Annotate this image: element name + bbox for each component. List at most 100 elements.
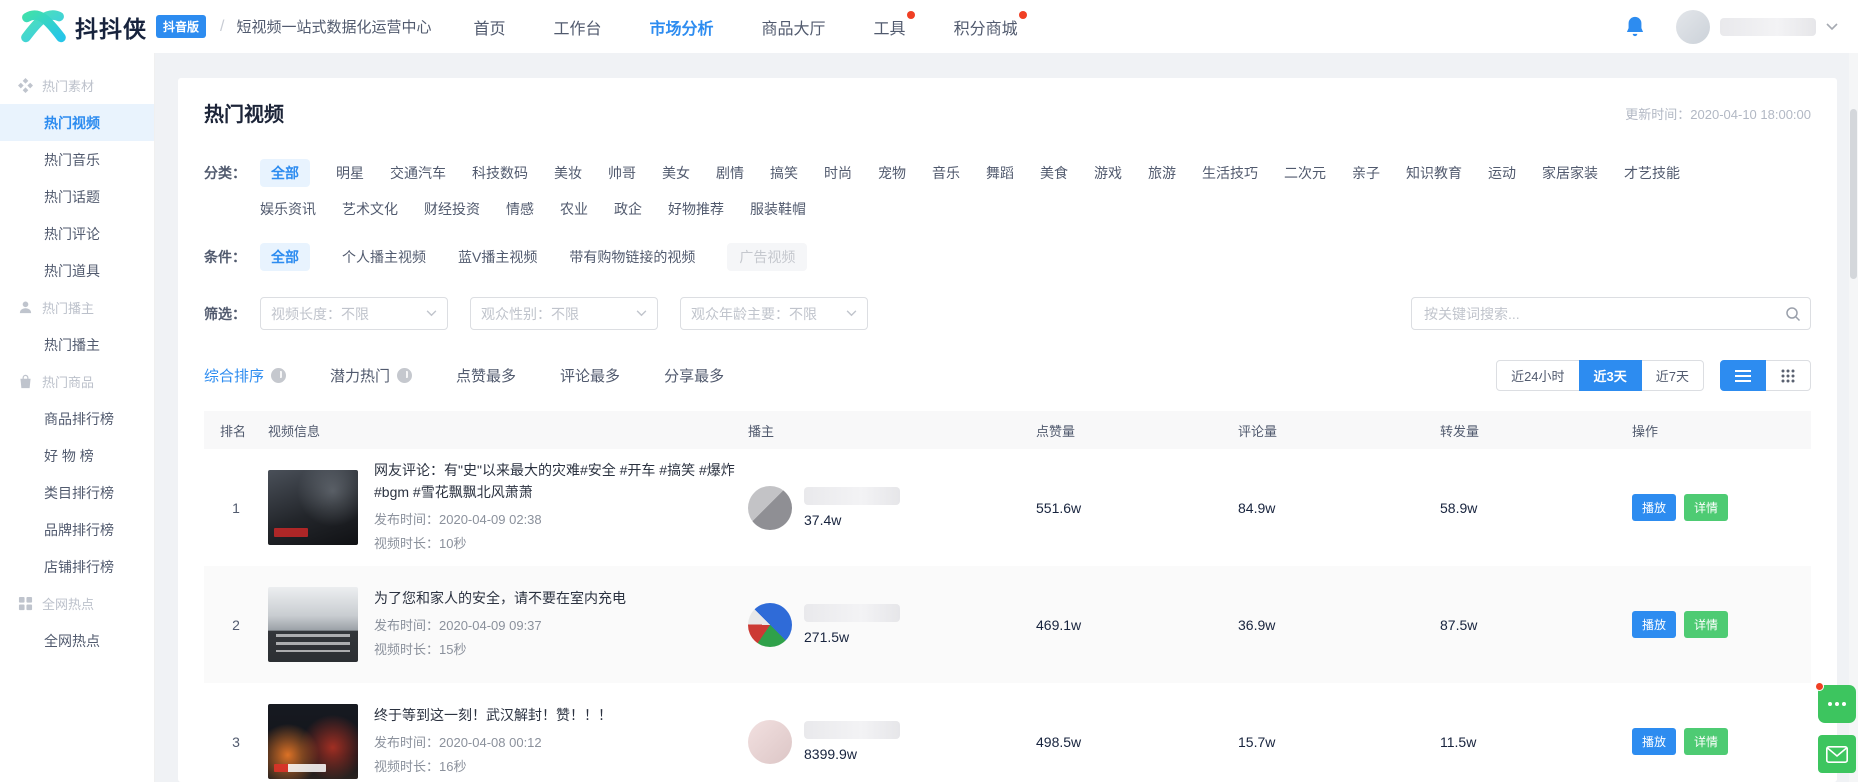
customer-service-button[interactable] <box>1815 682 1856 723</box>
sidebar-item-network-hotspots[interactable]: 全网热点 <box>0 622 154 659</box>
sidebar-item-hot-creators[interactable]: 热门播主 <box>0 326 154 363</box>
sidebar-item-product-ranking[interactable]: 商品排行榜 <box>0 400 154 437</box>
logo[interactable]: 抖抖侠 抖音版 <box>20 8 207 46</box>
scrollbar[interactable] <box>1849 53 1858 782</box>
detail-button[interactable]: 详情 <box>1684 494 1729 521</box>
play-button[interactable]: 播放 <box>1632 611 1677 638</box>
nav-home[interactable]: 首页 <box>473 15 505 39</box>
bell-icon[interactable] <box>1624 15 1646 39</box>
video-thumbnail[interactable] <box>268 587 358 662</box>
category-item[interactable]: 艺术文化 <box>342 199 398 219</box>
play-button[interactable]: 播放 <box>1632 494 1677 521</box>
sidebar-item-hot-props[interactable]: 热门道具 <box>0 252 154 289</box>
category-item[interactable]: 好物推荐 <box>668 199 724 219</box>
category-item[interactable]: 宠物 <box>878 163 906 183</box>
category-item[interactable]: 音乐 <box>932 163 960 183</box>
category-item[interactable]: 情感 <box>506 199 534 219</box>
play-button[interactable]: 播放 <box>1632 728 1677 755</box>
condition-shopping-link[interactable]: 带有购物链接的视频 <box>569 247 695 267</box>
keyword-search <box>1411 297 1811 330</box>
info-icon[interactable] <box>397 368 413 383</box>
category-item[interactable]: 搞笑 <box>770 163 798 183</box>
sidebar: 热门素材 热门视频 热门音乐 热门话题 热门评论 热门道具 热门播主 热门播主 … <box>0 53 155 782</box>
category-item[interactable]: 运动 <box>1488 163 1516 183</box>
range-24h-button[interactable]: 近24小时 <box>1496 360 1580 391</box>
condition-ad-videos: 广告视频 <box>727 243 808 271</box>
category-item[interactable]: 家居家装 <box>1542 163 1598 183</box>
likes-value: 498.5w <box>1036 733 1082 750</box>
video-length-select[interactable]: 视频长度：不限 <box>260 297 448 330</box>
category-item[interactable]: 舞蹈 <box>986 163 1014 183</box>
sidebar-item-category-ranking[interactable]: 类目排行榜 <box>0 474 154 511</box>
nav-tools[interactable]: 工具 <box>874 10 915 39</box>
sidebar-item-hot-videos[interactable]: 热门视频 <box>0 104 154 141</box>
category-item[interactable]: 二次元 <box>1284 163 1326 183</box>
category-item[interactable]: 娱乐资讯 <box>260 199 316 219</box>
search-input[interactable] <box>1412 305 1776 322</box>
audience-gender-select[interactable]: 观众性别：不限 <box>470 297 658 330</box>
bag-icon <box>20 374 31 389</box>
info-icon[interactable] <box>271 368 287 383</box>
feedback-mail-button[interactable] <box>1818 735 1856 773</box>
sidebar-item-brand-ranking[interactable]: 品牌排行榜 <box>0 511 154 548</box>
video-title[interactable]: 网友评论：有"史"以来最大的灾难#安全 #开车 #搞笑 #爆炸 #bgm #雪花… <box>374 460 742 503</box>
search-button[interactable] <box>1776 298 1810 329</box>
scrollbar-thumb[interactable] <box>1850 109 1857 279</box>
publish-time: 发布时间：2020-04-09 02:38 <box>374 512 542 528</box>
category-item[interactable]: 农业 <box>560 199 588 219</box>
category-item[interactable]: 时尚 <box>824 163 852 183</box>
condition-personal[interactable]: 个人播主视频 <box>342 247 426 267</box>
detail-button[interactable]: 详情 <box>1684 611 1729 638</box>
video-thumbnail[interactable] <box>268 704 358 779</box>
sort-most-comments[interactable]: 评论最多 <box>560 365 620 386</box>
nav-workbench[interactable]: 工作台 <box>554 15 602 39</box>
category-item[interactable]: 明星 <box>336 163 364 183</box>
nav-product-hall[interactable]: 商品大厅 <box>762 15 826 39</box>
category-all[interactable]: 全部 <box>260 159 310 187</box>
category-item[interactable]: 帅哥 <box>608 163 636 183</box>
detail-button[interactable]: 详情 <box>1684 728 1729 755</box>
category-item[interactable]: 游戏 <box>1094 163 1122 183</box>
sidebar-item-shop-ranking[interactable]: 店铺排行榜 <box>0 548 154 585</box>
sort-comprehensive[interactable]: 综合排序 <box>204 365 287 386</box>
sort-most-shares[interactable]: 分享最多 <box>664 365 724 386</box>
user-menu[interactable] <box>1676 9 1838 44</box>
video-thumbnail[interactable] <box>268 470 358 545</box>
category-item[interactable]: 知识教育 <box>1406 163 1462 183</box>
sort-most-likes[interactable]: 点赞最多 <box>456 365 516 386</box>
grid-view-button[interactable] <box>1765 360 1811 391</box>
range-3d-button[interactable]: 近3天 <box>1578 360 1642 391</box>
creator-cell[interactable]: 271.5w <box>748 602 1030 647</box>
range-7d-button[interactable]: 近7天 <box>1640 360 1704 391</box>
sidebar-item-hot-topics[interactable]: 热门话题 <box>0 178 154 215</box>
category-item[interactable]: 服装鞋帽 <box>750 199 806 219</box>
sidebar-item-good-things[interactable]: 好 物 榜 <box>0 437 154 474</box>
category-item[interactable]: 生活技巧 <box>1202 163 1258 183</box>
list-view-button[interactable] <box>1720 360 1766 391</box>
sort-potential-hot[interactable]: 潜力热门 <box>330 365 413 386</box>
condition-blue-v[interactable]: 蓝V播主视频 <box>458 247 537 267</box>
category-item[interactable]: 亲子 <box>1352 163 1380 183</box>
category-item[interactable]: 剧情 <box>716 163 744 183</box>
category-item[interactable]: 美食 <box>1040 163 1068 183</box>
category-item[interactable]: 政企 <box>614 199 642 219</box>
nav-points-mall[interactable]: 积分商城 <box>954 10 1027 39</box>
audience-age-select[interactable]: 观众年龄主要：不限 <box>680 297 868 330</box>
category-item[interactable]: 美妆 <box>554 163 582 183</box>
condition-all[interactable]: 全部 <box>260 243 310 271</box>
category-item[interactable]: 财经投资 <box>424 199 480 219</box>
creator-cell[interactable]: 8399.9w <box>748 719 1030 764</box>
category-item[interactable]: 科技数码 <box>472 163 528 183</box>
video-title[interactable]: 终于等到这一刻！武汉解封！赞！！！ <box>374 705 612 727</box>
category-item[interactable]: 才艺技能 <box>1624 163 1680 183</box>
video-title[interactable]: 为了您和家人的安全，请不要在室内充电 <box>374 588 626 610</box>
category-item[interactable]: 交通汽车 <box>390 163 446 183</box>
nav-market-analysis[interactable]: 市场分析 <box>650 15 714 39</box>
sidebar-item-hot-music[interactable]: 热门音乐 <box>0 141 154 178</box>
creator-cell[interactable]: 37.4w <box>748 485 1030 530</box>
rank-value: 3 <box>232 733 240 750</box>
sidebar-item-hot-comments[interactable]: 热门评论 <box>0 215 154 252</box>
category-item[interactable]: 旅游 <box>1148 163 1176 183</box>
material-icon <box>18 78 33 93</box>
category-item[interactable]: 美女 <box>662 163 690 183</box>
